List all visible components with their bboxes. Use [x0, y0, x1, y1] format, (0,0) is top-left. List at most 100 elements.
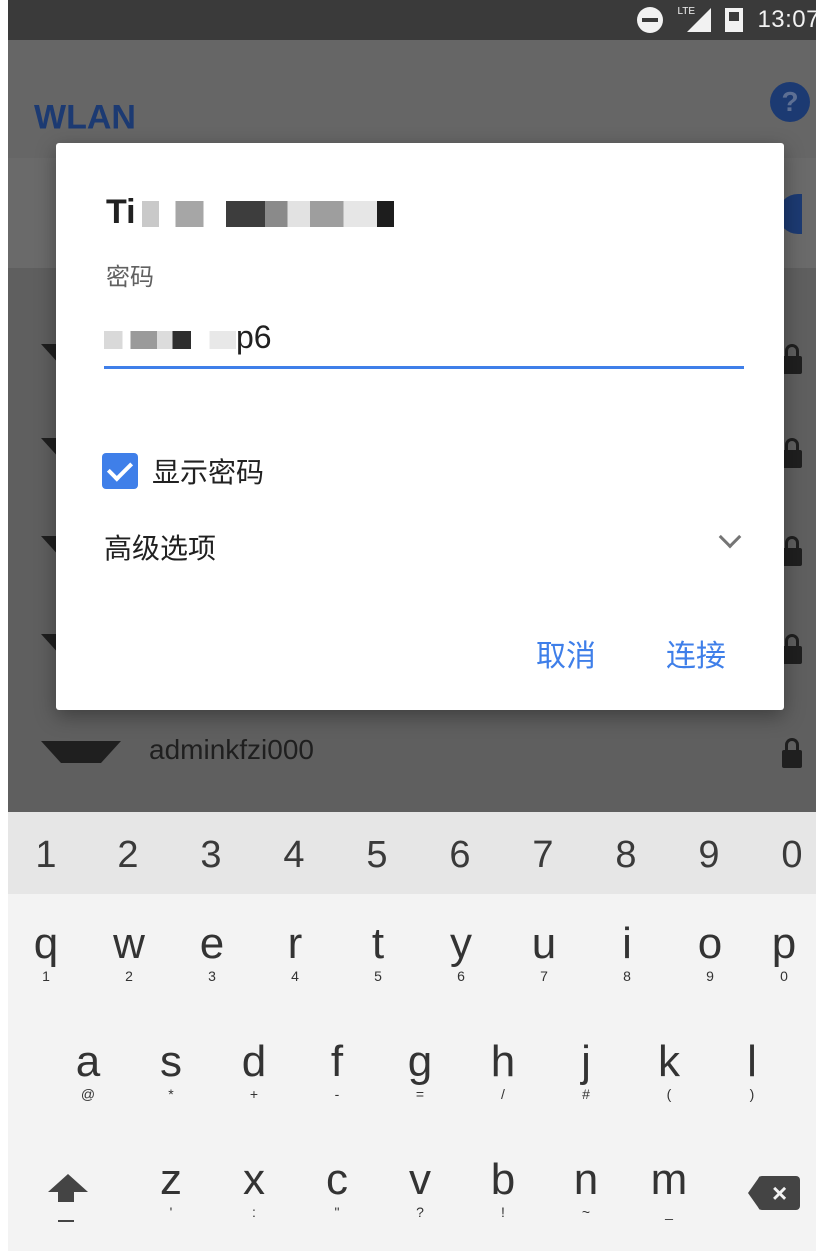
key-5[interactable]: 5 [357, 834, 397, 877]
password-label: 密码 [106, 264, 154, 291]
key-alt-label: 5 [374, 968, 382, 984]
key-label: x [243, 1155, 265, 1204]
key-alt-label: 3 [208, 968, 216, 984]
key-label: y [450, 919, 472, 968]
help-icon[interactable]: ? [770, 82, 810, 122]
key-label: i [622, 919, 632, 968]
key-m[interactable]: m _ [639, 1155, 699, 1221]
page-title: WLAN [34, 98, 136, 137]
cancel-button[interactable]: 取消 [536, 631, 596, 675]
advanced-options-label: 高级选项 [104, 533, 217, 564]
key-r[interactable]: r4 [265, 919, 325, 985]
key-c[interactable]: c " [307, 1155, 367, 1221]
signal-icon: LTE [677, 6, 712, 32]
key-label: d [241, 1037, 267, 1086]
key-alt-label: : [252, 1204, 256, 1220]
key-4[interactable]: 4 [274, 834, 314, 877]
key-y[interactable]: y6 [431, 919, 491, 985]
key-d[interactable]: d + [224, 1037, 284, 1103]
connect-button[interactable]: 连接 [666, 631, 726, 675]
key-label: q [33, 919, 59, 968]
key-label: k [658, 1037, 680, 1086]
key-label: g [407, 1037, 433, 1086]
key-t[interactable]: t5 [348, 922, 408, 985]
network-name-text: Ti [106, 193, 136, 231]
key-label: a [75, 1037, 101, 1086]
lock-icon [782, 634, 802, 664]
key-alt-label: = [415, 1086, 425, 1102]
key-6[interactable]: 6 [440, 834, 480, 877]
chevron-down-icon[interactable] [718, 525, 742, 549]
redacted-network-name [141, 201, 422, 228]
key-label: r [287, 919, 303, 968]
key-alt-label: 6 [457, 968, 465, 984]
key-k[interactable]: k( [639, 1037, 699, 1103]
soft-keyboard: 1 2 3 4 5 6 7 8 9 0 q1 w2 e3 r4 t5 y6 u7… [8, 812, 816, 1251]
key-0[interactable]: 0 [772, 834, 812, 877]
key-label: v [409, 1155, 431, 1204]
show-password-checkbox[interactable] [102, 453, 138, 489]
key-p[interactable]: p0 [754, 922, 814, 985]
key-alt-label: @ [80, 1086, 96, 1102]
left-edge [0, 0, 8, 1251]
number-row: 1 2 3 4 5 6 7 8 9 0 [8, 812, 816, 894]
key-w[interactable]: w2 [99, 919, 159, 985]
key-z[interactable]: z ' [141, 1155, 201, 1221]
key-u[interactable]: u7 [514, 922, 574, 985]
key-label: m [650, 1155, 688, 1204]
lock-icon [782, 344, 802, 374]
password-input[interactable]: p6 [104, 313, 744, 369]
key-alt-label: 4 [291, 968, 299, 984]
key-label: w [113, 919, 145, 968]
key-label: s [160, 1037, 182, 1086]
key-o[interactable]: o9 [680, 919, 740, 985]
delete-key[interactable]: × [748, 1176, 800, 1210]
key-alt-label: # [582, 1086, 590, 1102]
key-alt-label: 1 [42, 968, 50, 984]
key-alt-label: ) [749, 1086, 755, 1102]
key-label: c [326, 1155, 348, 1204]
key-h[interactable]: h / [473, 1040, 533, 1103]
key-l[interactable]: l) [722, 1037, 782, 1103]
key-label: o [697, 919, 723, 968]
key-1[interactable]: 1 [26, 834, 66, 877]
key-j[interactable]: j # [556, 1040, 616, 1103]
key-label: z [160, 1155, 182, 1204]
lock-icon [782, 738, 802, 768]
key-q[interactable]: q1 [16, 919, 76, 985]
input-underline [104, 366, 744, 369]
key-alt-label: 0 [780, 968, 788, 984]
key-label: f [330, 1037, 344, 1086]
key-3[interactable]: 3 [191, 834, 231, 877]
key-x[interactable]: x: [224, 1155, 284, 1221]
show-password-row[interactable]: 显示密码 [102, 451, 264, 491]
key-f[interactable]: f- [307, 1037, 367, 1103]
key-alt-label: ! [501, 1204, 505, 1220]
key-v[interactable]: v? [390, 1155, 450, 1221]
key-e[interactable]: e3 [182, 922, 242, 985]
key-a[interactable]: a @ [58, 1037, 118, 1103]
key-b[interactable]: b! [473, 1158, 533, 1221]
key-label: l [747, 1037, 757, 1086]
advanced-options-row[interactable]: 高级选项 [104, 523, 744, 567]
show-password-label: 显示密码 [152, 457, 265, 488]
key-g[interactable]: g = [390, 1037, 450, 1103]
shift-key[interactable] [46, 1170, 90, 1230]
status-time: 13:07 [757, 6, 816, 33]
key-2[interactable]: 2 [108, 834, 148, 877]
key-alt-label: ~ [581, 1204, 591, 1220]
key-s[interactable]: s * [141, 1037, 201, 1103]
password-value: p6 [236, 319, 272, 355]
key-alt-label: ( [666, 1086, 672, 1102]
key-8[interactable]: 8 [606, 834, 646, 877]
key-alt-label: 7 [540, 968, 548, 984]
key-alt-label: 9 [706, 968, 714, 984]
key-alt-label: + [249, 1086, 259, 1102]
key-n[interactable]: n ~ [556, 1158, 616, 1221]
key-7[interactable]: 7 [523, 834, 563, 877]
key-alt-label: * [168, 1086, 174, 1102]
key-i[interactable]: i8 [597, 919, 657, 985]
key-9[interactable]: 9 [689, 834, 729, 877]
wifi-ssid: adminkfzi000 [149, 734, 314, 765]
wifi-password-dialog: Ti 密码 p6 显示密码 高级选项 取消 连接 [56, 143, 784, 710]
